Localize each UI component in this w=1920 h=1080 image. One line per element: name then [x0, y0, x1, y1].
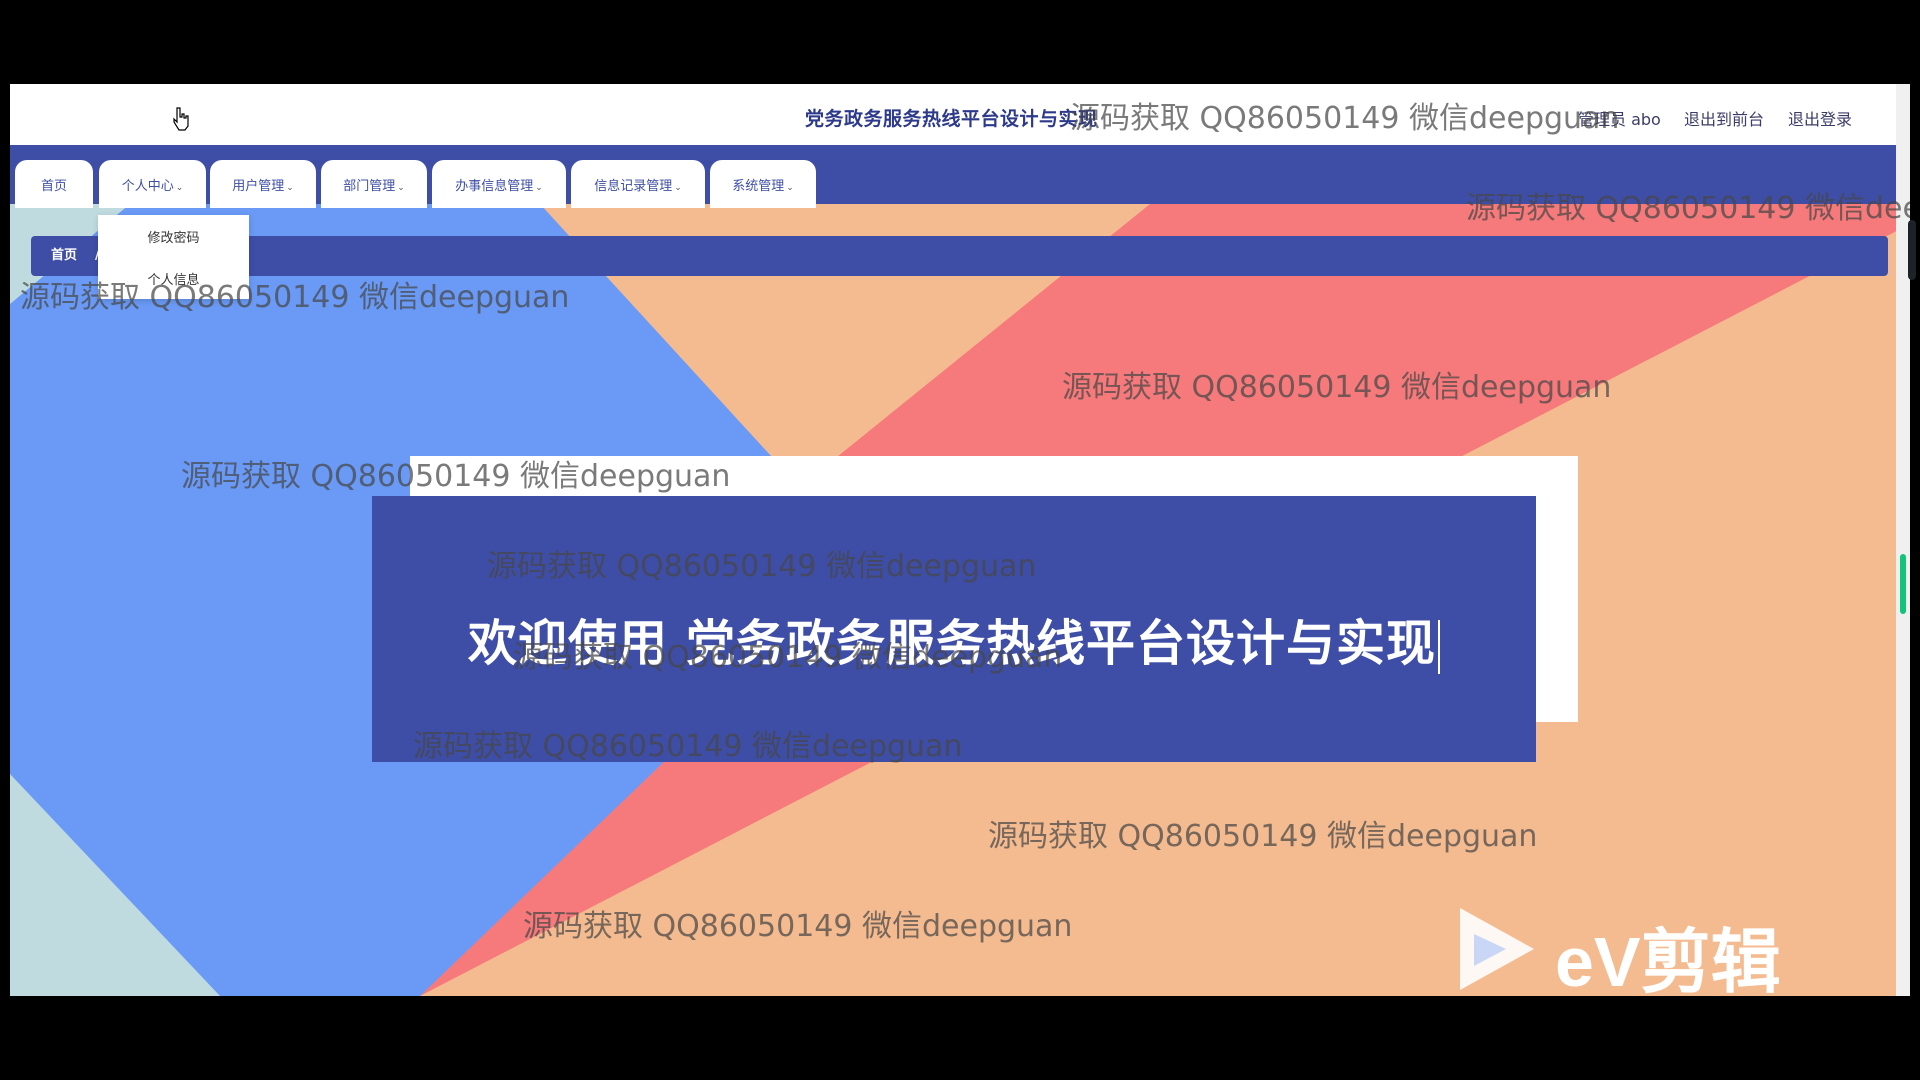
chevron-down-icon: ⌄	[535, 183, 543, 193]
nav-tab-system-management[interactable]: 系统管理 ⌄	[710, 160, 816, 208]
nav-tab-label: 部门管理	[343, 179, 396, 194]
welcome-text: 欢迎使用 党务政务服务热线平台设计与实现	[467, 615, 1437, 672]
chevron-down-icon: ⌄	[175, 183, 184, 193]
nav-tab-label: 信息记录管理	[594, 179, 673, 194]
welcome-heading: 欢迎使用 党务政务服务热线平台设计与实现	[372, 604, 1536, 675]
play-triangle-icon	[1460, 908, 1534, 990]
top-header: 党务政务服务热线平台设计与实现 管理员 abo 退出到前台 退出登录	[10, 84, 1910, 148]
logout-link[interactable]: 退出登录	[1788, 106, 1852, 130]
nav-tab-affairs-info-management[interactable]: 办事信息管理 ⌄	[432, 160, 566, 208]
outer-scrollbar-thumb[interactable]	[1908, 220, 1916, 280]
nav-tab-label: 个人中心	[121, 179, 174, 194]
text-caret	[1438, 619, 1441, 674]
dropdown-item-change-password[interactable]: 修改密码	[98, 227, 249, 246]
nav-tab-label: 办事信息管理	[455, 179, 534, 194]
chevron-down-icon: ⌄	[397, 183, 405, 193]
welcome-card: 欢迎使用 党务政务服务热线平台设计与实现	[372, 496, 1536, 762]
site-title: 党务政务服务热线平台设计与实现	[805, 108, 1098, 130]
front-page-link[interactable]: 退出到前台	[1684, 106, 1764, 130]
ev-editor-watermark: eV剪辑	[1555, 923, 1781, 996]
nav-tab-record-management[interactable]: 信息记录管理 ⌄	[571, 160, 705, 208]
chevron-down-icon: ⌄	[286, 183, 294, 193]
hand-cursor-icon	[173, 107, 189, 131]
browser-viewport: 党务政务服务热线平台设计与实现 管理员 abo 退出到前台 退出登录 首页 个人…	[10, 84, 1910, 996]
chevron-down-icon: ⌄	[674, 183, 682, 193]
main-nav: 首页 个人中心 ⌄ 用户管理 ⌄ 部门管理 ⌄ 办事信息管理 ⌄ 信息记录管理 ⌄ 系统管…	[10, 148, 1910, 208]
breadcrumb: 首页 / 首页	[31, 236, 1888, 276]
nav-tab-label: 用户管理	[232, 179, 285, 194]
personal-center-dropdown: 修改密码 个人信息	[98, 215, 249, 299]
user-label: 管理员 abo	[1578, 110, 1661, 129]
nav-tab-home[interactable]: 首页	[15, 160, 93, 208]
nav-tab-department-management[interactable]: 部门管理 ⌄	[321, 160, 427, 208]
scrollbar-thumb[interactable]	[1900, 554, 1906, 614]
chevron-down-icon: ⌄	[786, 183, 794, 193]
nav-tab-label: 首页	[40, 179, 67, 194]
breadcrumb-home[interactable]: 首页	[51, 236, 77, 276]
nav-tab-personal-center[interactable]: 个人中心 ⌄	[99, 160, 206, 208]
nav-tab-label: 系统管理	[732, 179, 785, 194]
nav-tab-user-management[interactable]: 用户管理 ⌄	[210, 160, 316, 208]
dropdown-item-personal-info[interactable]: 个人信息	[98, 269, 249, 288]
